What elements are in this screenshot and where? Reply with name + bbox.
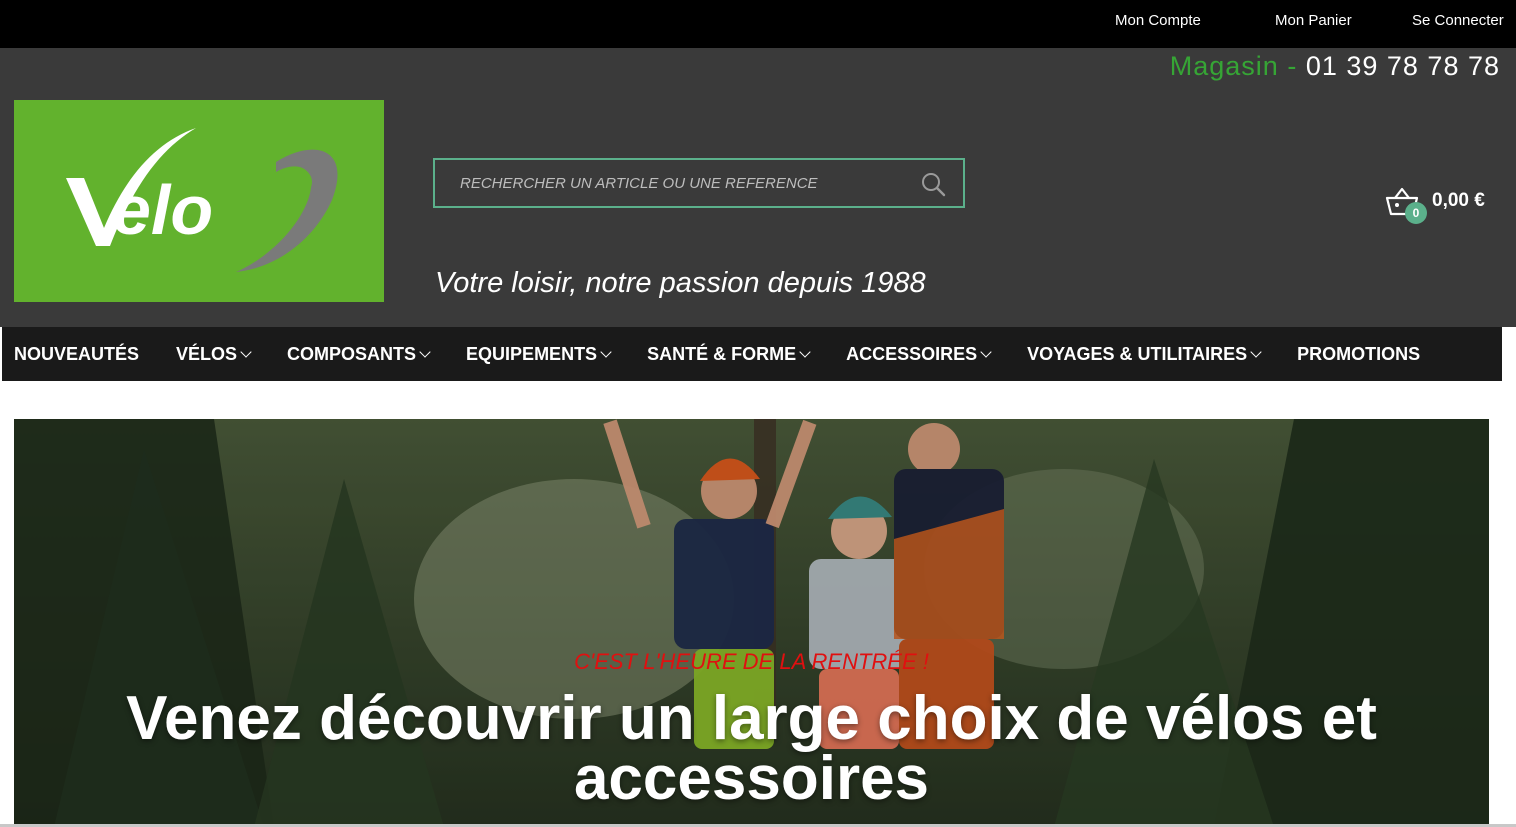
nav-item-composants[interactable]: COMPOSANTS: [287, 343, 431, 365]
nav-item-label: ACCESSOIRES: [846, 343, 978, 364]
store-phone: Magasin - 01 39 78 78 78: [1170, 51, 1500, 82]
search-icon[interactable]: [919, 170, 947, 198]
nav-item-voyages-utilitaires[interactable]: VOYAGES & UTILITAIRES: [1027, 343, 1262, 365]
tagline: Votre loisir, notre passion depuis 1988: [435, 267, 926, 299]
nav-item-label: COMPOSANTS: [287, 343, 417, 364]
hero-banner[interactable]: C'EST L'HEURE DE LA RENTRÉE ! Venez déco…: [14, 419, 1489, 827]
search-box: [433, 158, 965, 208]
chevron-down-icon: [600, 346, 612, 358]
nav-item-label: EQUIPEMENTS: [466, 343, 598, 364]
nav-item-label: PROMOTIONS: [1297, 343, 1421, 364]
chevron-down-icon: [1250, 346, 1262, 358]
chevron-down-icon: [980, 346, 992, 358]
site-header: Magasin - 01 39 78 78 78 elo Votre loisi…: [0, 48, 1516, 327]
nav-item-accessoires[interactable]: ACCESSOIRES: [846, 343, 992, 365]
hero-headline: Venez découvrir un large choix de vélos …: [126, 684, 1377, 813]
chevron-down-icon: [419, 346, 431, 358]
nav-item-label: NOUVEAUTÉS: [14, 343, 140, 364]
my-cart-link[interactable]: Mon Panier: [1275, 12, 1352, 29]
nav-item-velos[interactable]: VÉLOS: [176, 343, 252, 365]
phone-number[interactable]: 01 39 78 78 78: [1306, 51, 1500, 81]
chevron-down-icon: [240, 346, 252, 358]
top-bar: Mon Compte Mon Panier Se Connecter: [0, 0, 1516, 48]
nav-item-label: VÉLOS: [176, 343, 238, 364]
velo9-logo[interactable]: elo: [14, 100, 384, 302]
nav-item-nouveautes[interactable]: NOUVEAUTÉS: [14, 344, 139, 365]
chevron-down-icon: [799, 346, 811, 358]
nav-item-label: SANTÉ & FORME: [647, 343, 797, 364]
nav-item-sante-forme[interactable]: SANTÉ & FORME: [647, 343, 811, 365]
svg-text:elo: elo: [112, 171, 213, 249]
store-label: Magasin: [1169, 51, 1279, 81]
cart-total: 0,00 €: [1432, 190, 1485, 211]
my-account-link[interactable]: Mon Compte: [1115, 12, 1201, 29]
main-nav: NOUVEAUTÉS VÉLOS COMPOSANTS EQUIPEMENTS …: [2, 327, 1502, 381]
nav-item-equipements[interactable]: EQUIPEMENTS: [466, 343, 612, 365]
mini-cart[interactable]: 0 0,00 €: [1384, 184, 1499, 226]
nav-item-label: VOYAGES & UTILITAIRES: [1027, 343, 1248, 364]
store-separator: -: [1278, 51, 1306, 81]
login-link[interactable]: Se Connecter: [1412, 12, 1504, 29]
cart-count-badge: 0: [1405, 202, 1427, 224]
nav-item-promotions[interactable]: PROMOTIONS: [1297, 344, 1420, 365]
search-input[interactable]: [435, 160, 895, 206]
logo-graphic: elo: [66, 128, 338, 272]
hero-kicker: C'EST L'HEURE DE LA RENTRÉE !: [574, 649, 929, 674]
